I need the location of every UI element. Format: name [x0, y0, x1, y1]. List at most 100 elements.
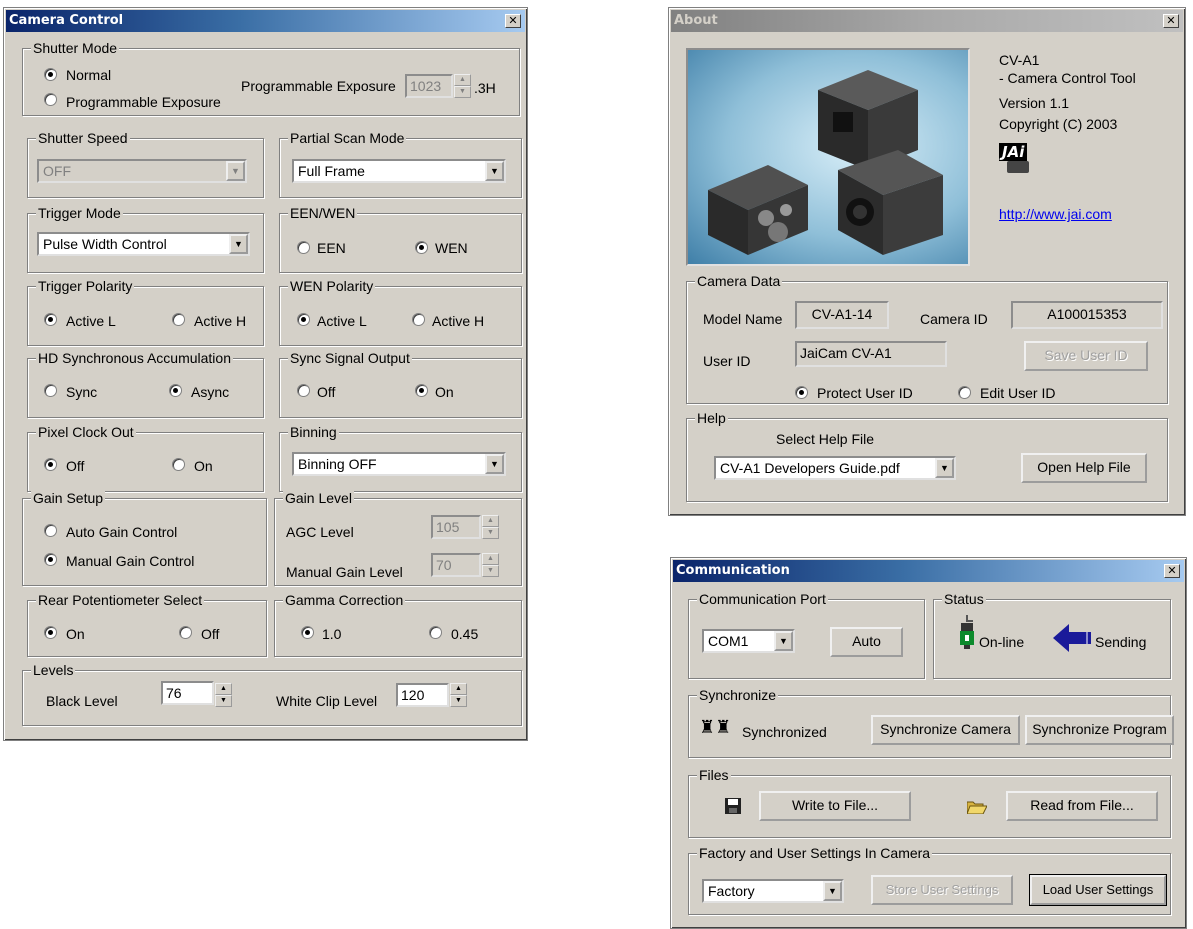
- rear-pot-on-radio[interactable]: [44, 626, 57, 639]
- store-user-settings-button[interactable]: Store User Settings: [871, 875, 1013, 905]
- trigger-active-h-radio[interactable]: [172, 313, 185, 326]
- select-help-file-label: Select Help File: [776, 431, 875, 447]
- edit-user-id-radio[interactable]: [958, 386, 971, 399]
- camera-control-titlebar[interactable]: Camera Control ✕: [6, 10, 525, 32]
- factory-settings-legend: Factory and User Settings In Camera: [697, 845, 933, 861]
- wen-active-h-radio[interactable]: [412, 313, 425, 326]
- chevron-down-icon[interactable]: ▼: [229, 234, 248, 254]
- trigger-active-l-radio[interactable]: [44, 313, 57, 326]
- agc-level-spinner[interactable]: ▲ ▼: [482, 515, 499, 539]
- trigger-mode-select[interactable]: Pulse Width Control ▼: [37, 232, 250, 256]
- gain-setup-legend: Gain Setup: [31, 490, 106, 506]
- camera-control-window: Camera Control ✕ Shutter Mode Normal Pro…: [3, 7, 528, 741]
- about-titlebar[interactable]: About ✕: [671, 10, 1183, 32]
- jai-logo-text: JAi: [999, 143, 1028, 161]
- wen-active-l-label: Active L: [317, 313, 367, 329]
- spin-up-icon[interactable]: ▲: [450, 683, 467, 695]
- manual-gain-level-input[interactable]: 70: [431, 553, 481, 577]
- gamma-1-radio[interactable]: [301, 626, 314, 639]
- black-level-spinner[interactable]: ▲ ▼: [215, 683, 232, 707]
- trigger-active-l-label: Active L: [66, 313, 116, 329]
- website-link[interactable]: http://www.jai.com: [999, 206, 1112, 222]
- write-to-file-button[interactable]: Write to File...: [759, 791, 911, 821]
- spin-up-icon[interactable]: ▲: [215, 683, 232, 695]
- spin-up-icon[interactable]: ▲: [454, 74, 471, 86]
- save-user-id-button[interactable]: Save User ID: [1024, 341, 1148, 371]
- gamma-1-label: 1.0: [322, 626, 342, 642]
- synchronized-icon: ♜♜: [699, 717, 732, 738]
- open-help-file-button[interactable]: Open Help File: [1021, 453, 1147, 483]
- een-radio[interactable]: [297, 241, 310, 254]
- normal-label: Normal: [66, 67, 112, 83]
- agc-level-label: AGC Level: [286, 524, 354, 540]
- gamma-045-label: 0.45: [451, 626, 479, 642]
- chevron-down-icon[interactable]: ▼: [485, 454, 504, 474]
- protect-user-id-label: Protect User ID: [817, 385, 913, 401]
- load-user-settings-button[interactable]: Load User Settings: [1030, 875, 1166, 905]
- rear-pot-off-radio[interactable]: [179, 626, 192, 639]
- synchronize-program-button[interactable]: Synchronize Program: [1025, 715, 1174, 745]
- close-button[interactable]: ✕: [1164, 564, 1180, 578]
- factory-settings-select[interactable]: Factory ▼: [702, 879, 844, 903]
- close-button[interactable]: ✕: [1163, 14, 1179, 28]
- binning-select[interactable]: Binning OFF ▼: [292, 452, 506, 476]
- manual-gain-level-spinner[interactable]: ▲ ▼: [482, 553, 499, 577]
- communication-titlebar[interactable]: Communication ✕: [673, 560, 1184, 582]
- model-name-value: CV-A1-14: [795, 301, 889, 329]
- async-radio[interactable]: [169, 384, 182, 397]
- spin-up-icon[interactable]: ▲: [482, 553, 499, 565]
- sync-signal-off-label: Off: [317, 384, 336, 400]
- chevron-down-icon[interactable]: ▼: [935, 458, 954, 478]
- chevron-down-icon[interactable]: ▼: [823, 881, 842, 901]
- read-from-file-button[interactable]: Read from File...: [1006, 791, 1158, 821]
- sync-radio[interactable]: [44, 384, 57, 397]
- shutter-speed-select[interactable]: OFF ▼: [37, 159, 247, 183]
- chevron-down-icon[interactable]: ▼: [774, 631, 793, 651]
- protect-user-id-radio[interactable]: [795, 386, 808, 399]
- sending-arrow-icon: [1053, 624, 1093, 652]
- spin-down-icon[interactable]: ▼: [450, 695, 467, 707]
- manual-gain-label: Manual Gain Control: [66, 553, 195, 569]
- agc-level-input[interactable]: 105: [431, 515, 481, 539]
- chevron-down-icon[interactable]: ▼: [485, 161, 504, 181]
- auto-button[interactable]: Auto: [830, 627, 903, 657]
- hd-sync-legend: HD Synchronous Accumulation: [36, 350, 233, 366]
- spin-down-icon[interactable]: ▼: [482, 565, 499, 577]
- black-level-label: Black Level: [46, 693, 118, 709]
- partial-scan-select[interactable]: Full Frame ▼: [292, 159, 506, 183]
- trigger-mode-value: Pulse Width Control: [43, 236, 167, 252]
- black-level-input[interactable]: 76: [161, 681, 214, 705]
- programmable-exposure-radio[interactable]: [44, 93, 57, 106]
- close-button[interactable]: ✕: [505, 14, 521, 28]
- chevron-down-icon[interactable]: ▼: [226, 161, 245, 181]
- spin-down-icon[interactable]: ▼: [215, 695, 232, 707]
- manual-gain-radio[interactable]: [44, 553, 57, 566]
- auto-gain-radio[interactable]: [44, 524, 57, 537]
- normal-radio[interactable]: [44, 68, 57, 81]
- copyright-text: Copyright (C) 2003: [999, 116, 1118, 132]
- help-file-select[interactable]: CV-A1 Developers Guide.pdf ▼: [714, 456, 956, 480]
- programmable-exposure-input[interactable]: 1023: [405, 74, 453, 98]
- gamma-legend: Gamma Correction: [283, 592, 406, 608]
- white-clip-level-spinner[interactable]: ▲ ▼: [450, 683, 467, 707]
- spin-down-icon[interactable]: ▼: [482, 527, 499, 539]
- sync-signal-on-radio[interactable]: [415, 384, 428, 397]
- spin-up-icon[interactable]: ▲: [482, 515, 499, 527]
- pixel-clock-off-radio[interactable]: [44, 458, 57, 471]
- sync-signal-off-radio[interactable]: [297, 384, 310, 397]
- wen-active-l-radio[interactable]: [297, 313, 310, 326]
- programmable-exposure-spinner[interactable]: ▲ ▼: [454, 74, 471, 98]
- spin-down-icon[interactable]: ▼: [454, 86, 471, 98]
- website-link-text[interactable]: http://www.jai.com: [999, 206, 1112, 222]
- synchronize-camera-button[interactable]: Synchronize Camera: [871, 715, 1020, 745]
- rear-pot-off-label: Off: [201, 626, 220, 642]
- communication-port-select[interactable]: COM1 ▼: [702, 629, 795, 653]
- user-id-input[interactable]: JaiCam CV-A1: [795, 341, 947, 367]
- model-name-label: Model Name: [703, 311, 783, 327]
- een-wen-group: EEN/WEN: [279, 205, 522, 273]
- gamma-045-radio[interactable]: [429, 626, 442, 639]
- user-id-label: User ID: [703, 353, 751, 369]
- pixel-clock-on-radio[interactable]: [172, 458, 185, 471]
- white-clip-level-input[interactable]: 120: [396, 683, 449, 707]
- wen-radio[interactable]: [415, 241, 428, 254]
